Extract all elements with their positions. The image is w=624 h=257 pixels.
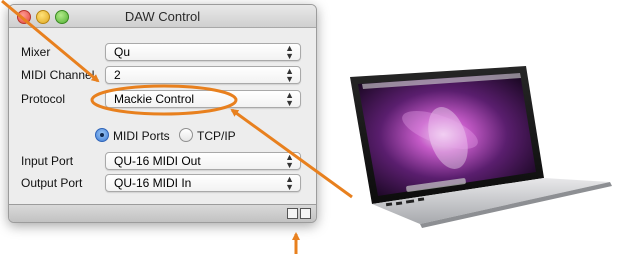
updown-arrows-icon: ▲ ▼	[285, 152, 294, 170]
tcp-ip-radio[interactable]: TCP/IP	[179, 128, 236, 143]
input-port-row: Input Port QU-16 MIDI Out ▲ ▼	[9, 151, 316, 171]
mixer-row: Mixer Qu ▲ ▼	[9, 42, 316, 62]
midi-channel-select[interactable]: 2 ▲ ▼	[105, 66, 301, 84]
input-port-value: QU-16 MIDI Out	[114, 154, 201, 168]
updown-arrows-icon: ▲ ▼	[285, 90, 294, 108]
window-layout-icon[interactable]	[300, 208, 311, 219]
protocol-row: Protocol Mackie Control ▲ ▼	[9, 89, 316, 109]
output-port-select[interactable]: QU-16 MIDI In ▲ ▼	[105, 174, 301, 192]
midi-channel-value: 2	[114, 68, 121, 82]
output-port-row: Output Port QU-16 MIDI In ▲ ▼	[9, 173, 316, 193]
bottom-bar	[9, 204, 316, 222]
mixer-select[interactable]: Qu ▲ ▼	[105, 43, 301, 61]
tcp-ip-label: TCP/IP	[197, 129, 236, 143]
protocol-label: Protocol	[21, 92, 66, 106]
mixer-label: Mixer	[21, 45, 51, 59]
midi-channel-label: MIDI Channel	[21, 68, 95, 82]
updown-arrows-icon: ▲ ▼	[285, 66, 294, 84]
window-title: DAW Control	[124, 9, 201, 24]
daw-control-window: DAW Control Mixer Qu ▲ ▼ MIDI Channel 2 ▲…	[8, 4, 317, 223]
output-port-label: Output Port	[21, 176, 83, 190]
updown-arrows-icon: ▲ ▼	[285, 174, 294, 192]
protocol-value: Mackie Control	[114, 92, 195, 106]
laptop-image	[350, 66, 612, 228]
output-port-value: QU-16 MIDI In	[114, 176, 192, 190]
window-layout-icon[interactable]	[287, 208, 298, 219]
updown-arrows-icon: ▲ ▼	[285, 43, 294, 61]
protocol-select[interactable]: Mackie Control ▲ ▼	[105, 90, 301, 108]
midi-ports-radio[interactable]: MIDI Ports	[95, 128, 170, 143]
port-type-radio-group: MIDI Ports TCP/IP	[95, 128, 242, 146]
title-bar[interactable]: DAW Control	[9, 5, 316, 28]
radio-unselected-icon	[179, 128, 194, 142]
mixer-value: Qu	[114, 45, 131, 59]
midi-channel-row: MIDI Channel 2 ▲ ▼	[9, 65, 316, 85]
midi-ports-label: MIDI Ports	[113, 129, 170, 143]
input-port-select[interactable]: QU-16 MIDI Out ▲ ▼	[105, 152, 301, 170]
input-port-label: Input Port	[21, 154, 74, 168]
radio-selected-icon	[95, 128, 109, 142]
